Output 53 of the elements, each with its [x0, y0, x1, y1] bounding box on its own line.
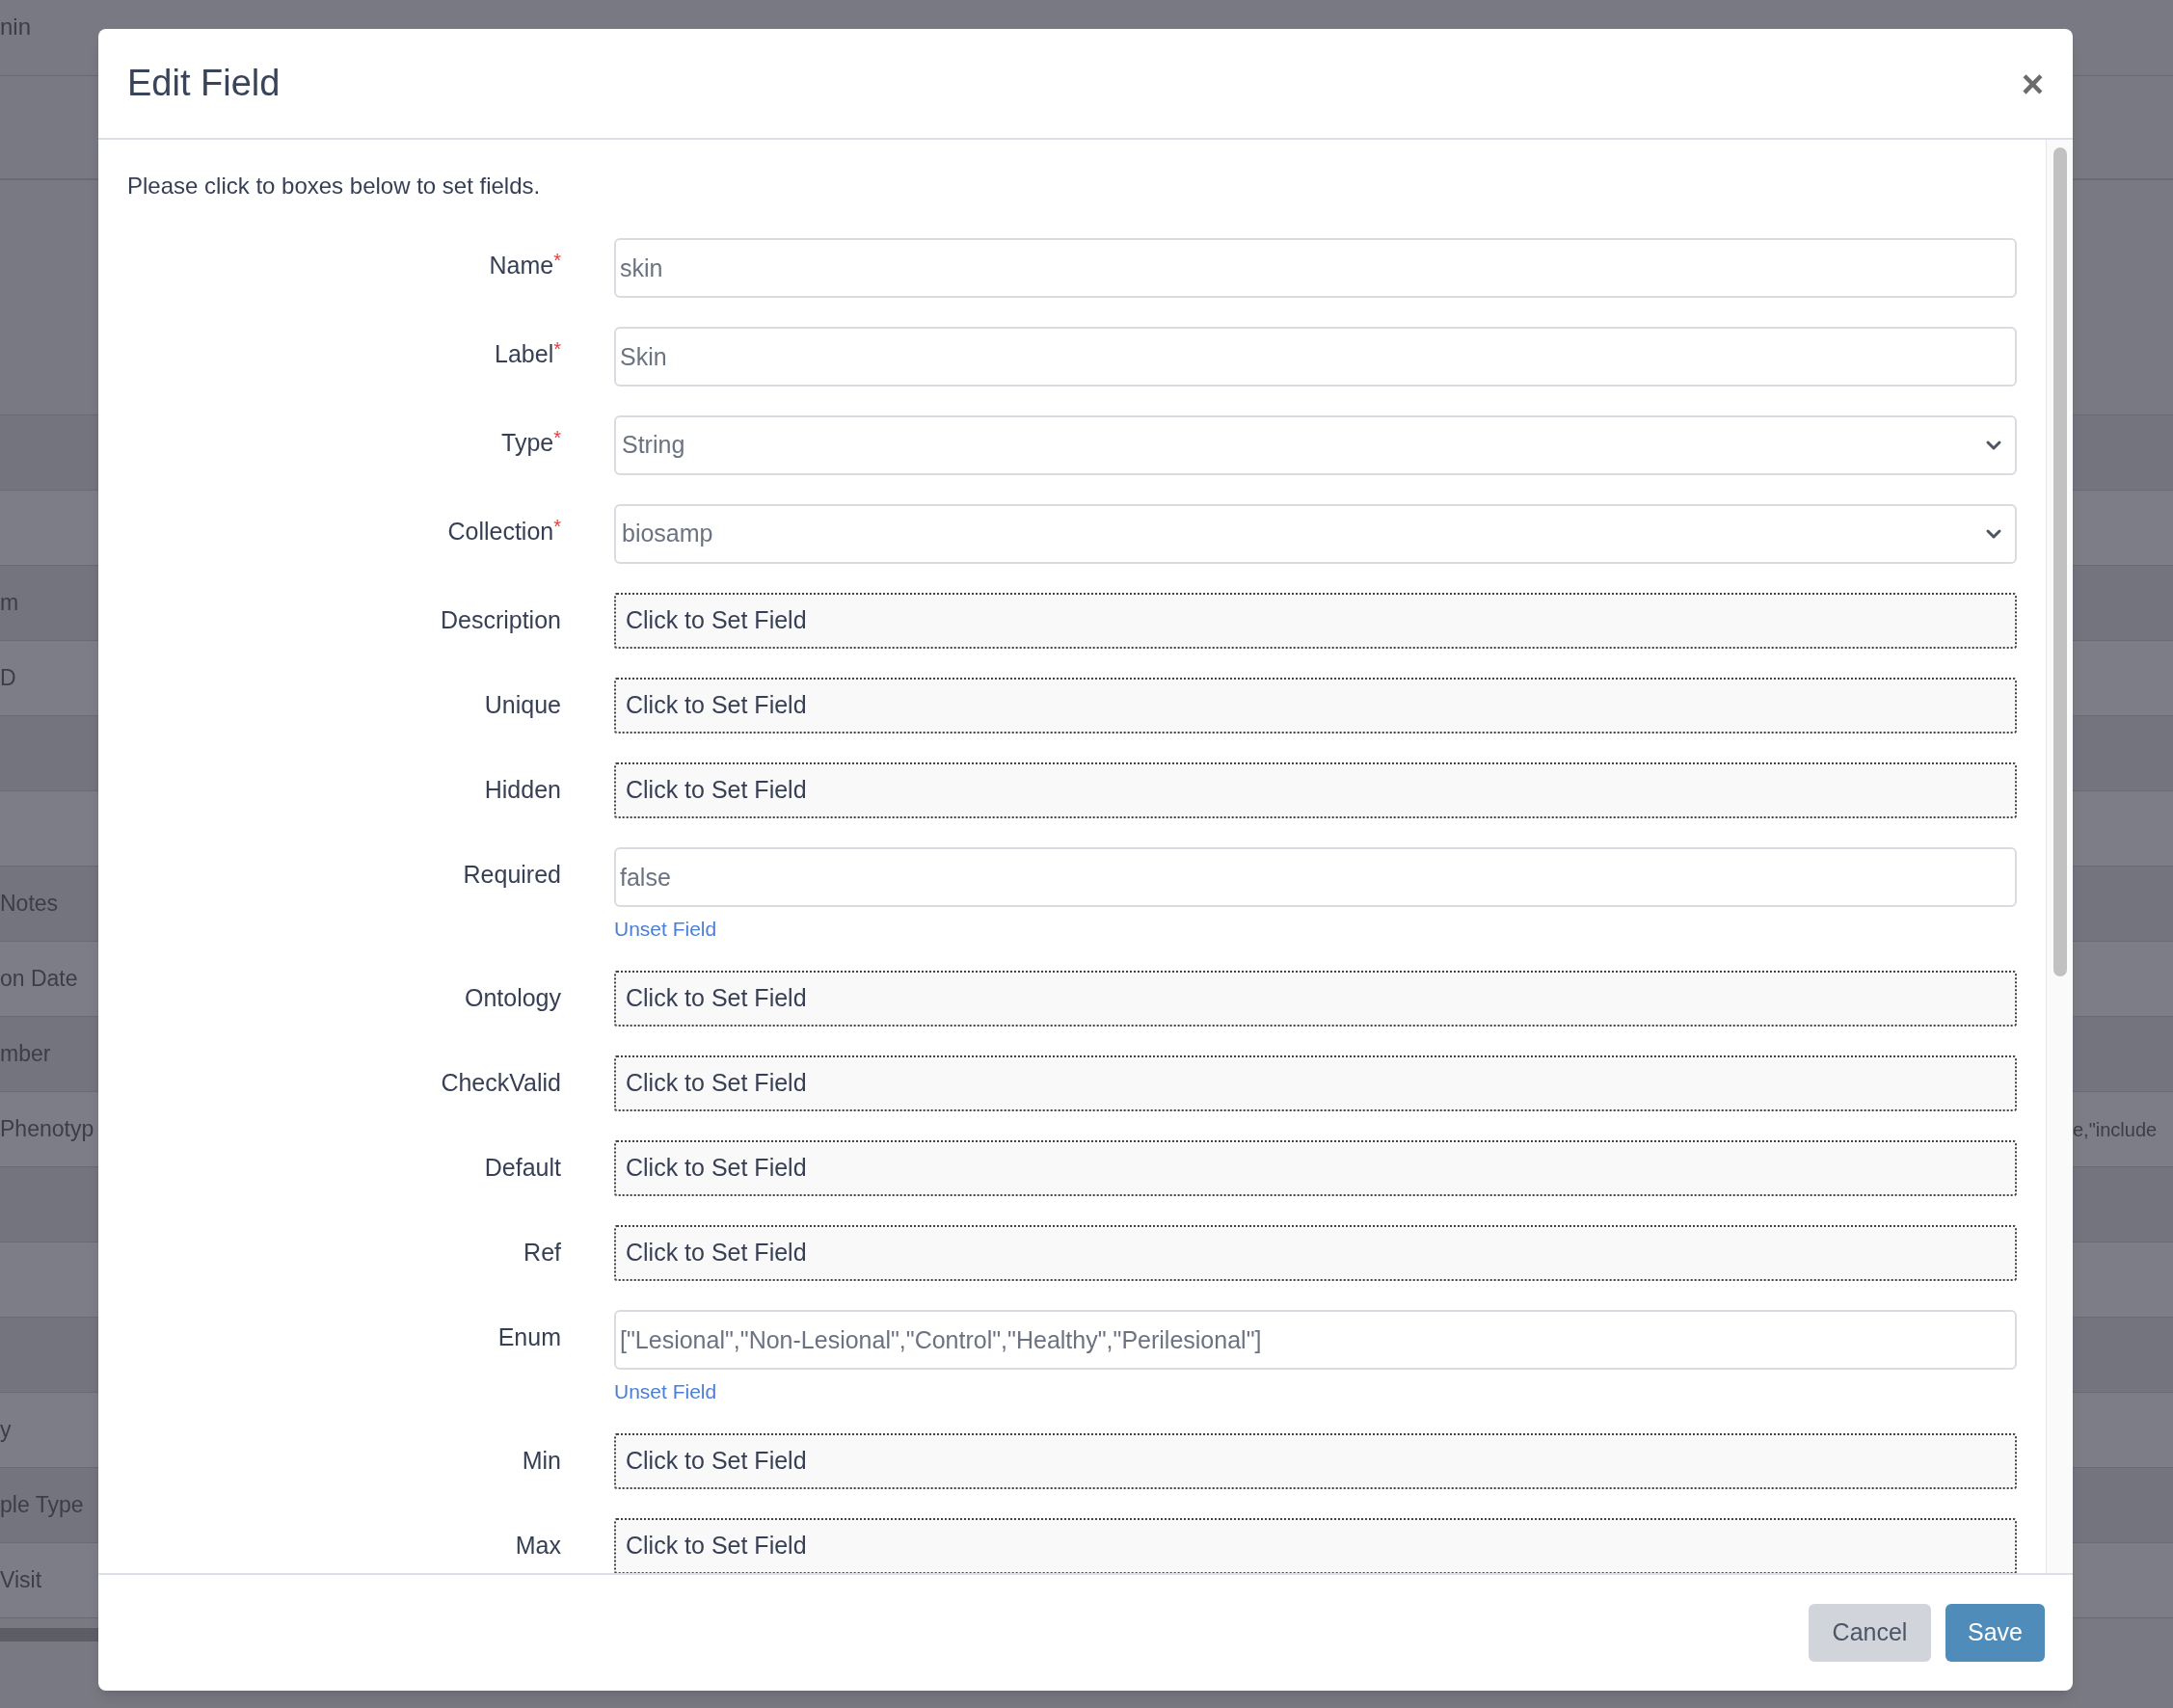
nav-text: nin	[0, 13, 33, 41]
text-field[interactable]: false	[614, 847, 2017, 907]
field-label: Default	[484, 1153, 561, 1184]
field-label: Max	[515, 1531, 561, 1561]
field-label: Enum	[497, 1322, 561, 1353]
dialog-title: Edit Field	[127, 62, 281, 105]
select-field[interactable]: String	[614, 415, 2017, 475]
table-cell: ple Type	[0, 1492, 84, 1518]
text-field[interactable]: skin	[614, 238, 2017, 298]
text-field[interactable]: ["Lesional","Non-Lesional","Control","Healthy","Perilesional"]	[614, 1310, 2017, 1370]
table-cell: on Date	[0, 966, 78, 992]
unset-field-link[interactable]: Unset Field	[614, 1379, 717, 1404]
field-label: Type	[501, 428, 554, 459]
instructions-text: Please click to boxes below to set fields.	[127, 172, 542, 200]
click-to-set-box[interactable]: Click to Set Field	[614, 1433, 2017, 1489]
click-to-set-box[interactable]: Click to Set Field	[614, 1518, 2017, 1573]
select-field[interactable]: biosamp	[614, 504, 2017, 564]
close-button[interactable]: ×	[2021, 64, 2044, 103]
click-to-set-box[interactable]: Click to Set Field	[614, 593, 2017, 649]
save-button[interactable]: Save	[1945, 1604, 2045, 1662]
scrollbar[interactable]	[2046, 140, 2073, 1573]
click-to-set-box[interactable]: Click to Set Field	[614, 971, 2017, 1027]
field-label: Hidden	[484, 775, 561, 806]
field-label: CheckValid	[441, 1068, 561, 1099]
field-label: Label	[495, 339, 554, 370]
required-asterisk: *	[553, 337, 561, 361]
field-label: Ontology	[464, 983, 561, 1014]
required-asterisk: *	[553, 515, 561, 539]
table-cell: mber	[0, 1041, 51, 1067]
cancel-button[interactable]: Cancel	[1809, 1604, 1931, 1662]
click-to-set-box[interactable]: Click to Set Field	[614, 1140, 2017, 1196]
field-label: Name	[489, 251, 554, 281]
table-cell: y	[0, 1417, 12, 1443]
table-cell: Phenotyp	[0, 1116, 94, 1142]
field-label: Required	[463, 860, 561, 891]
table-cell: e,"include	[2073, 1118, 2158, 1140]
horizontal-scrollbar[interactable]	[0, 1628, 98, 1641]
click-to-set-box[interactable]: Click to Set Field	[614, 1225, 2017, 1281]
required-asterisk: *	[553, 249, 561, 273]
field-label: Description	[440, 605, 561, 636]
text-field[interactable]: Skin	[614, 327, 2017, 387]
click-to-set-box[interactable]: Click to Set Field	[614, 678, 2017, 734]
table-cell: Visit	[0, 1567, 42, 1593]
field-label: Collection	[447, 517, 554, 547]
table-cell: Notes	[0, 891, 59, 917]
unset-field-link[interactable]: Unset Field	[614, 917, 717, 942]
required-asterisk: *	[553, 426, 561, 450]
table-cell: D	[0, 665, 16, 691]
field-label: Min	[522, 1446, 561, 1477]
field-label: Unique	[484, 690, 561, 721]
click-to-set-box[interactable]: Click to Set Field	[614, 762, 2017, 818]
field-label: Ref	[523, 1238, 561, 1268]
click-to-set-box[interactable]: Click to Set Field	[614, 1055, 2017, 1111]
